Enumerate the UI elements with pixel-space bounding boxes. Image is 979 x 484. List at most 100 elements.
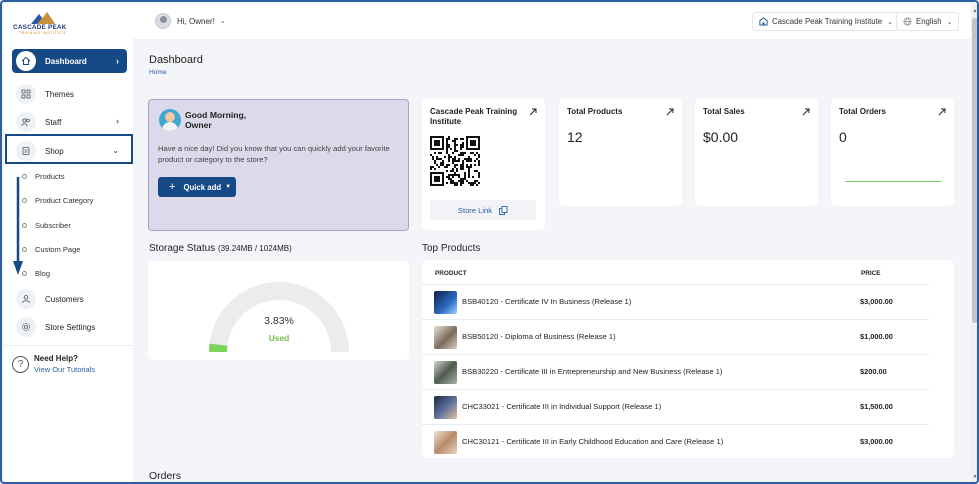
store-link-label: Store Link <box>457 205 493 215</box>
sidebar-item-staff[interactable]: Staff › <box>12 109 127 135</box>
breadcrumb-home[interactable]: Home <box>149 69 167 76</box>
table-row[interactable]: BSB50120 - Diploma of Business (Release … <box>422 319 929 354</box>
product-thumbnail <box>434 361 457 384</box>
product-price: $3,000.00 <box>860 437 893 446</box>
stat-value: $0.00 <box>703 129 739 145</box>
owner-avatar <box>159 109 181 131</box>
subitem-label: Custom Page <box>35 245 81 254</box>
sidebar-item-customers[interactable]: Customers <box>12 286 127 312</box>
sidebar-item-label: Customers <box>45 294 84 304</box>
bullet-icon <box>22 174 27 179</box>
bullet-icon <box>22 247 27 252</box>
stat-label: Total Products <box>567 107 623 116</box>
external-link-icon[interactable] <box>529 108 537 116</box>
scroll-up-icon[interactable]: ▲ <box>971 6 977 16</box>
sidebar-item-label: Store Settings <box>45 322 96 332</box>
question-icon: ? <box>12 356 29 373</box>
welcome-greeting: Good Morning, Owner <box>185 110 246 130</box>
subitem-label: Subscriber <box>35 221 71 230</box>
bullet-icon <box>22 271 27 276</box>
product-price: $3,000.00 <box>860 297 893 306</box>
column-header-product: PRODUCT <box>435 270 467 277</box>
sidebar-item-themes[interactable]: Themes <box>12 81 127 107</box>
storage-title-text: Storage Status <box>149 243 216 254</box>
total-products-card[interactable]: Total Products 12 <box>559 99 682 206</box>
product-name: CHC30121 - Certificate III in Early Chil… <box>462 437 724 446</box>
avatar <box>155 13 171 29</box>
building-icon <box>759 17 768 26</box>
product-price: $1,000.00 <box>860 332 893 341</box>
help-title: Need Help? <box>34 354 79 363</box>
store-card: Cascade Peak Training Institute Store Li… <box>422 99 545 230</box>
storage-used-label: Used <box>268 333 290 343</box>
table-row[interactable]: BSB40120 - Certificate IV In Business (R… <box>422 284 929 319</box>
institute-selector[interactable]: Cascade Peak Training Institute ⌄ <box>752 12 900 31</box>
sidebar-subitem-subscriber[interactable]: Subscriber <box>22 221 71 230</box>
subitem-label: Products <box>35 172 65 181</box>
product-price: $200.00 <box>860 367 887 376</box>
home-icon <box>16 51 36 71</box>
table-row[interactable]: CHC33021 - Certificate III in Individual… <box>422 389 929 424</box>
greeting-line-1: Good Morning, <box>185 110 247 120</box>
app-frame: CASCADE PEAK TRAINING INSTITUTE Dashboar… <box>0 0 979 484</box>
sidebar-item-label: Themes <box>45 89 74 99</box>
quick-add-button[interactable]: + Quick add ▼ <box>158 177 236 197</box>
page-title: Dashboard <box>149 54 203 66</box>
institute-name: Cascade Peak Training Institute <box>772 17 883 26</box>
top-products-title: Top Products <box>422 243 481 254</box>
brand-logo[interactable]: CASCADE PEAK TRAINING INSTITUTE <box>13 11 73 37</box>
product-thumbnail <box>434 431 457 454</box>
top-products-table: PRODUCT PRICE BSB40120 - Certificate IV … <box>422 260 954 458</box>
globe-icon <box>903 17 912 26</box>
vertical-scrollbar[interactable]: ▲ ▼ <box>971 4 977 482</box>
storage-detail: (39.24MB / 1024MB) <box>217 244 292 253</box>
caret-down-icon: ▼ <box>225 184 232 190</box>
stat-value: 0 <box>839 129 847 145</box>
sidebar-item-store-settings[interactable]: Store Settings <box>12 314 127 340</box>
view-tutorials-link[interactable]: View Our Tutorials <box>34 365 95 374</box>
product-thumbnail <box>434 291 457 314</box>
language-label: English <box>916 17 942 26</box>
welcome-message: Have a nice day! Did you know that you c… <box>158 144 390 164</box>
sidebar-subitem-custom-page[interactable]: Custom Page <box>22 245 80 254</box>
chevron-down-icon: ⌄ <box>946 18 953 26</box>
column-header-price: PRICE <box>861 270 881 277</box>
scrollbar-thumb[interactable] <box>972 18 977 323</box>
product-price: $1,500.00 <box>860 402 893 411</box>
help-panel: ? Need Help? View Our Tutorials <box>4 345 133 381</box>
subitem-label: Blog <box>35 269 51 278</box>
sidebar-subitem-blog[interactable]: Blog <box>22 269 50 278</box>
total-orders-card[interactable]: Total Orders 0 <box>831 99 954 206</box>
chevron-right-icon: › <box>116 56 119 66</box>
brand-tagline: TRAINING INSTITUTE <box>19 31 67 35</box>
customers-icon <box>16 289 36 309</box>
product-name: BSB40120 - Certificate IV In Business (R… <box>462 297 632 306</box>
sidebar-subitem-product-category[interactable]: Product Category <box>22 196 93 205</box>
sidebar-item-dashboard[interactable]: Dashboard › <box>12 49 127 73</box>
shop-highlight-box <box>5 134 133 164</box>
total-sales-card[interactable]: Total Sales $0.00 <box>695 99 818 206</box>
greeting-line-2: Owner <box>185 120 212 130</box>
external-link-icon <box>938 108 946 116</box>
table-row[interactable]: CHC30121 - Certificate III in Early Chil… <box>422 424 929 459</box>
stat-label: Total Sales <box>703 107 745 116</box>
staff-icon <box>16 112 36 132</box>
language-selector[interactable]: English ⌄ <box>896 12 960 31</box>
sidebar-item-label: Dashboard <box>45 56 87 66</box>
table-row[interactable]: BSB30220 - Certificate III in Entreprene… <box>422 354 929 389</box>
qr-code-icon <box>430 136 480 186</box>
store-link-button[interactable]: Store Link <box>430 200 536 220</box>
product-name: CHC33021 - Certificate III in Individual… <box>462 402 662 411</box>
user-menu[interactable]: Hi, Owner! ⌄ <box>155 13 226 29</box>
scroll-down-icon[interactable]: ▼ <box>971 472 977 482</box>
chevron-down-icon: ⌄ <box>887 18 893 26</box>
sidebar-subitem-products[interactable]: Products <box>22 172 65 181</box>
copy-icon <box>499 205 508 215</box>
orders-title: Orders <box>149 470 182 482</box>
topbar: Hi, Owner! ⌄ Cascade Peak Training Insti… <box>133 4 971 40</box>
sidebar: CASCADE PEAK TRAINING INSTITUTE Dashboar… <box>4 4 133 482</box>
user-greeting: Hi, Owner! <box>177 16 215 26</box>
settings-icon <box>16 317 36 337</box>
chevron-down-icon: ⌄ <box>219 18 226 25</box>
chevron-right-icon: › <box>116 116 119 126</box>
